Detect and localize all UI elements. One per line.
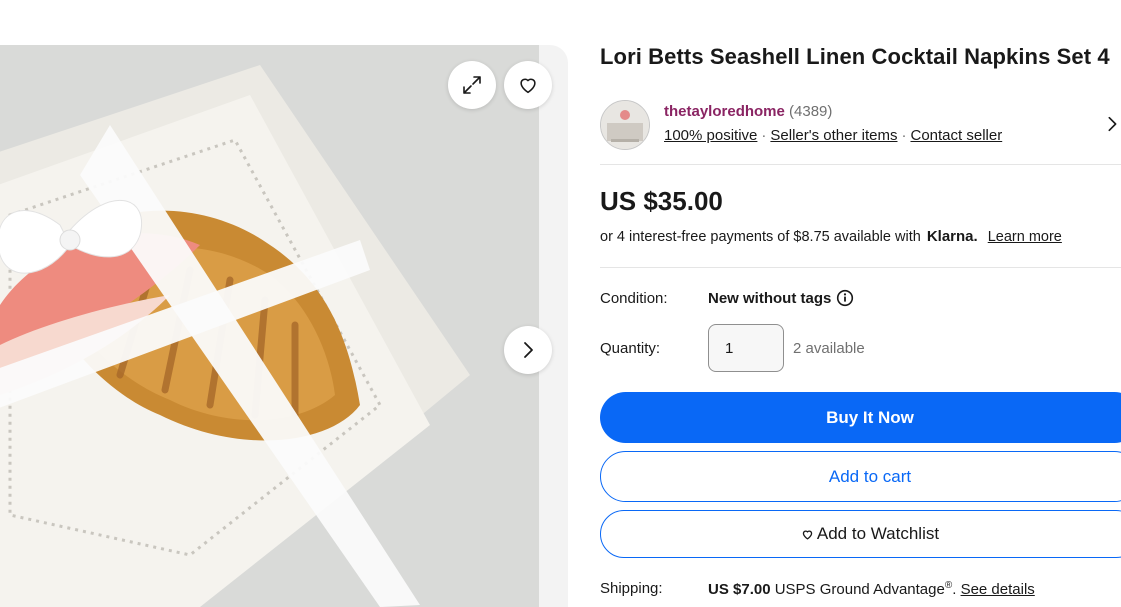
condition-info-button[interactable] <box>836 289 854 312</box>
seller-positive-link[interactable]: 100% positive <box>664 127 757 144</box>
shipping-price: US $7.00 <box>708 581 771 598</box>
heart-icon <box>520 78 536 94</box>
condition-value: New without tags <box>708 290 832 307</box>
item-price: US $35.00 <box>600 186 723 216</box>
next-image-button[interactable] <box>504 326 552 374</box>
shipping-label: Shipping: <box>600 580 663 597</box>
expand-image-button[interactable] <box>448 61 496 109</box>
quantity-label: Quantity: <box>600 340 661 357</box>
separator-dot: · <box>761 127 767 144</box>
klarna-text: or 4 interest-free payments of $8.75 ava… <box>600 229 921 245</box>
add-to-watchlist-button[interactable]: Add to Watchlist <box>600 510 1121 558</box>
listing-title: Lori Betts Seashell Linen Cocktail Napki… <box>600 44 1110 69</box>
add-to-cart-label: Add to cart <box>828 466 912 486</box>
shipping-service: USPS Ground Advantage <box>774 581 945 598</box>
shipping-value: US $7.00 USPS Ground Advantage®. See det… <box>708 580 1035 598</box>
product-photo[interactable] <box>0 45 539 607</box>
klarna-line: or 4 interest-free payments of $8.75 ava… <box>600 228 1062 245</box>
learn-more-link[interactable]: Learn more <box>988 229 1062 245</box>
seller-feedback-count: (4389) <box>789 103 833 120</box>
expand-icon <box>463 76 481 94</box>
product-image <box>0 45 539 607</box>
image-gallery <box>0 45 568 607</box>
seller-chevron[interactable] <box>1103 115 1121 138</box>
see-details-link[interactable]: See details <box>961 581 1035 598</box>
seller-other-items-link[interactable]: Seller's other items <box>770 127 897 144</box>
seller-avatar[interactable] <box>600 100 650 150</box>
add-to-watchlist-label: Add to Watchlist <box>816 524 940 543</box>
watch-heart-button[interactable] <box>504 61 552 109</box>
condition-label: Condition: <box>600 290 668 307</box>
buy-it-now-button[interactable]: Buy It Now <box>600 392 1121 443</box>
registered-mark: ® <box>944 580 953 591</box>
separator-dot: · <box>901 127 907 144</box>
seller-links: 100% positive · Seller's other items · Conta… <box>664 127 1002 144</box>
seller-name-line: thetayloredhome (4389) <box>664 103 832 120</box>
info-icon <box>836 289 854 307</box>
seller-name[interactable]: thetayloredhome <box>664 103 785 120</box>
quantity-available: 2 available <box>793 340 865 357</box>
heart-icon <box>801 528 814 541</box>
seller-card[interactable]: thetayloredhome (4389) 100% positive · Sel… <box>600 99 1121 151</box>
avatar-image <box>601 101 649 149</box>
add-to-cart-button[interactable]: Add to cart <box>600 451 1121 502</box>
divider <box>600 267 1121 268</box>
chevron-right-icon <box>524 342 533 358</box>
chevron-right-icon <box>1108 116 1117 132</box>
buy-it-now-label: Buy It Now <box>826 407 914 427</box>
quantity-input[interactable] <box>708 324 784 372</box>
divider <box>600 164 1121 165</box>
klarna-logo: Klarna. <box>926 228 978 245</box>
contact-seller-link[interactable]: Contact seller <box>910 127 1002 144</box>
